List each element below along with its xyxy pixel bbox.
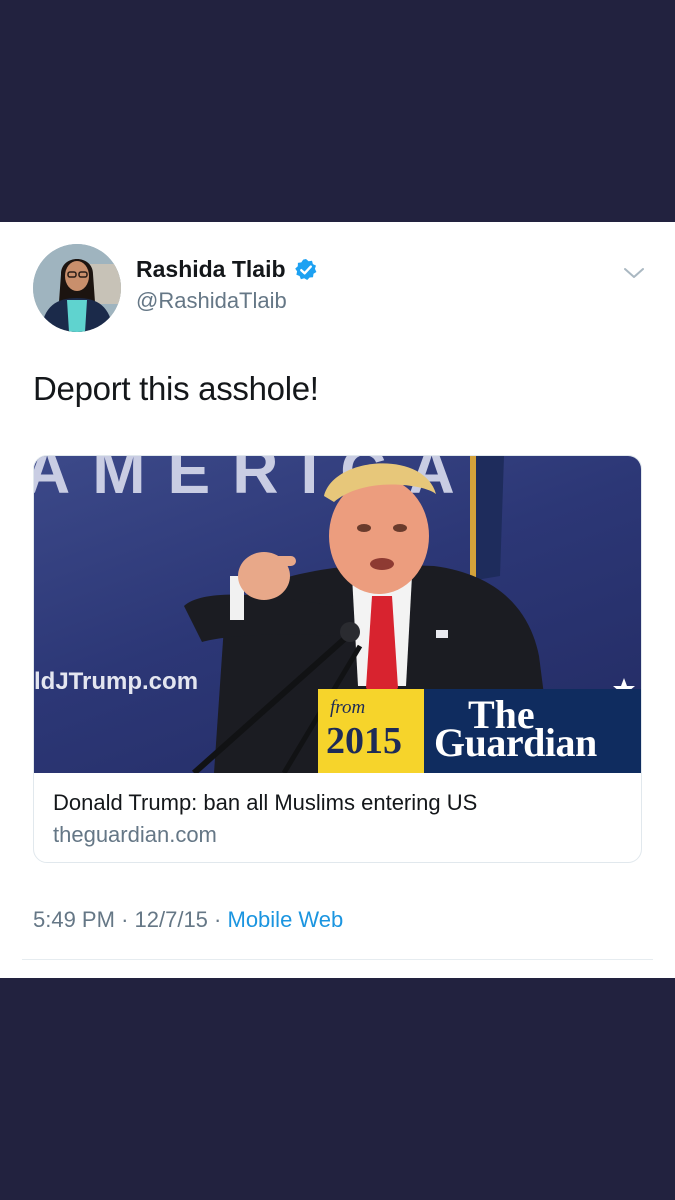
tweet-text: Deport this asshole! — [33, 370, 319, 407]
meta-separator: · — [214, 907, 222, 932]
card-title[interactable]: Donald Trump: ban all Muslims entering U… — [53, 790, 477, 816]
tweet-card: Rashida Tlaib @RashidaTlaib Deport this … — [0, 222, 675, 978]
tweet-source-link[interactable]: Mobile Web — [228, 907, 344, 932]
tweet-time[interactable]: 5:49 PM — [33, 907, 115, 932]
link-preview-card[interactable]: AMERICA ldJTrump.com from 2015 The Guard… — [33, 455, 642, 863]
card-domain: theguardian.com — [53, 822, 217, 847]
avatar[interactable] — [33, 244, 121, 332]
card-image: AMERICA ldJTrump.com from 2015 The Guard… — [34, 456, 641, 773]
publisher-logo: The Guardian — [424, 689, 641, 773]
publisher-logo-line2: Guardian — [434, 720, 597, 765]
tweet-date[interactable]: 12/7/15 — [135, 907, 208, 932]
display-name[interactable]: Rashida Tlaib — [136, 256, 318, 283]
meta-separator: · — [121, 907, 129, 932]
user-handle[interactable]: @RashidaTlaib — [136, 288, 287, 314]
divider — [22, 959, 653, 960]
profile-photo-icon — [33, 244, 121, 332]
tweet-meta: 5:49 PM · 12/7/15 · Mobile Web — [33, 907, 343, 933]
display-name-text: Rashida Tlaib — [136, 256, 286, 282]
year-badge: from 2015 — [318, 689, 424, 773]
badge-year: 2015 — [326, 720, 402, 762]
verified-badge-icon — [294, 258, 318, 282]
badge-from-label: from — [330, 697, 366, 718]
chevron-down-icon[interactable] — [622, 264, 646, 282]
